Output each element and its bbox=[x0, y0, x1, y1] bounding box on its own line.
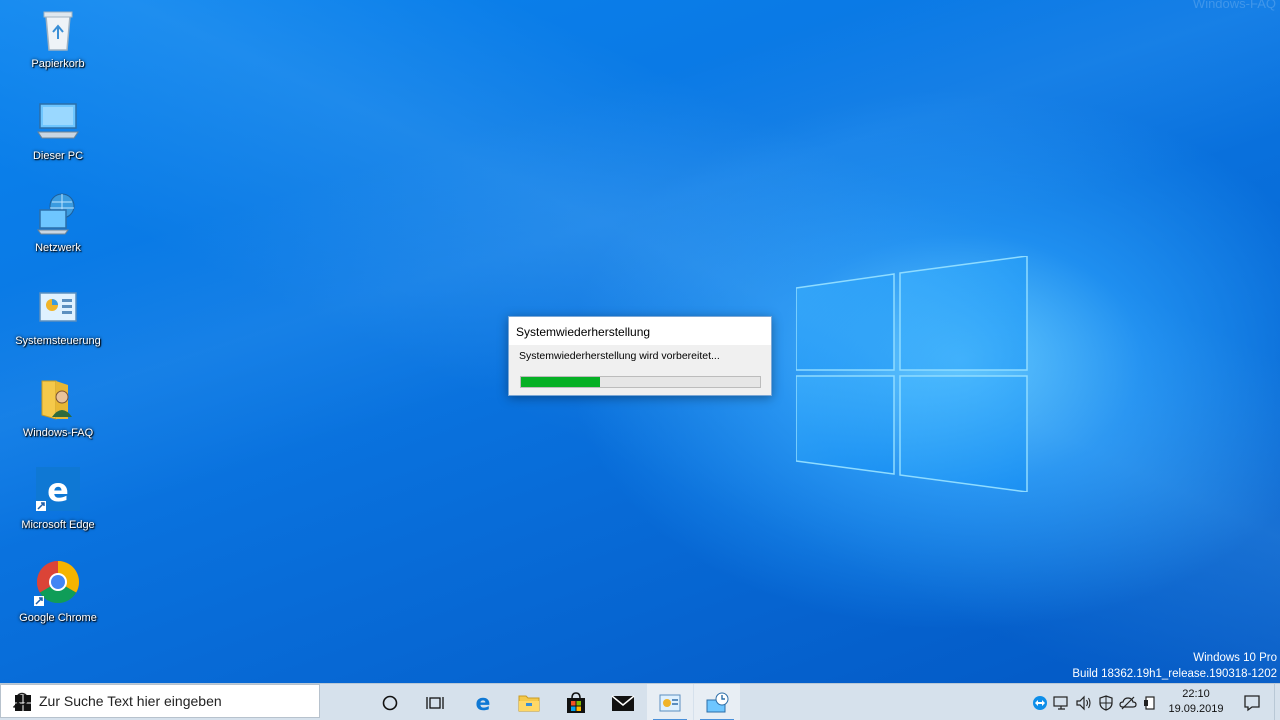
svg-text:e: e bbox=[476, 692, 491, 714]
desktop-icon-label: Netzwerk bbox=[35, 242, 81, 254]
notification-icon bbox=[1244, 694, 1260, 711]
user-folder-icon bbox=[41, 380, 72, 420]
show-desktop-button[interactable] bbox=[1274, 684, 1280, 720]
desktop-icon-windows-faq[interactable]: Windows-FAQ bbox=[10, 375, 106, 439]
dialog-message: Systemwiederherstellung wird vorbereitet… bbox=[519, 350, 720, 362]
edge-icon: e bbox=[476, 692, 491, 714]
desktop-icon-microsoft-edge[interactable]: e Microsoft Edge bbox=[10, 467, 106, 531]
system-restore-icon bbox=[706, 692, 729, 712]
taskbar-store[interactable] bbox=[553, 684, 599, 720]
network-icon bbox=[37, 193, 75, 235]
edge-icon: e bbox=[36, 467, 80, 511]
watermark-text: Windows-FAQ bbox=[1192, 0, 1276, 11]
desktop-icon-control-panel[interactable]: Systemsteuerung bbox=[10, 283, 106, 347]
control-panel-icon bbox=[39, 292, 77, 322]
file-explorer-icon bbox=[518, 695, 540, 711]
task-view-button[interactable] bbox=[412, 684, 458, 720]
tray-network[interactable] bbox=[1051, 684, 1073, 720]
chrome-icon bbox=[34, 561, 80, 606]
clock-date: 19.09.2019 bbox=[1168, 703, 1224, 715]
tray-security[interactable] bbox=[1095, 684, 1117, 720]
windows-start-icon bbox=[14, 694, 31, 711]
progress-bar-fill bbox=[521, 377, 600, 387]
progress-bar bbox=[520, 376, 761, 388]
cortana-icon bbox=[382, 695, 398, 710]
desktop-icon-this-pc[interactable]: Dieser PC bbox=[10, 98, 106, 162]
build-label: Build 18362.19h1_release.190318-1202 bbox=[1072, 668, 1277, 680]
control-panel-icon bbox=[659, 694, 681, 711]
desktop-icon-label: Dieser PC bbox=[32, 150, 84, 162]
desktop-icon-label: Google Chrome bbox=[19, 612, 97, 624]
taskbar-control-panel[interactable] bbox=[647, 684, 693, 720]
search-box[interactable]: Zur Suche Text hier eingeben bbox=[0, 684, 320, 718]
cortana-button[interactable] bbox=[367, 684, 413, 720]
recycle-bin-icon bbox=[43, 11, 73, 51]
dialog-body: Systemwiederherstellung wird vorbereitet… bbox=[509, 345, 771, 395]
clock-time: 22:10 bbox=[1182, 688, 1210, 700]
windows-logo-wallpaper bbox=[796, 256, 1028, 492]
desktop-icon-label: Windows-FAQ bbox=[22, 427, 94, 439]
tray-volume[interactable] bbox=[1073, 684, 1095, 720]
dialog-title: Systemwiederherstellung bbox=[509, 317, 771, 345]
desktop-icon-label: Microsoft Edge bbox=[21, 519, 95, 531]
taskbar-edge[interactable]: e bbox=[460, 684, 506, 720]
desktop-icon-recycle-bin[interactable]: Papierkorb bbox=[10, 6, 106, 70]
edition-label: Windows 10 Pro bbox=[1193, 652, 1277, 664]
svg-text:e: e bbox=[47, 471, 69, 509]
teamviewer-icon bbox=[1033, 695, 1047, 710]
desktop-icon-label: Papierkorb bbox=[31, 58, 85, 70]
start-button[interactable] bbox=[0, 684, 45, 720]
task-view-icon bbox=[426, 696, 444, 709]
system-restore-dialog[interactable]: Systemwiederherstellung Systemwiederhers… bbox=[508, 316, 772, 396]
device-icon bbox=[1144, 695, 1155, 710]
action-center-button[interactable] bbox=[1236, 684, 1268, 720]
security-icon bbox=[1099, 694, 1113, 711]
taskbar-mail[interactable] bbox=[600, 684, 646, 720]
desktop-icon-network[interactable]: Netzwerk bbox=[10, 190, 106, 254]
system-clock[interactable]: 22:10 19.09.2019 bbox=[1158, 684, 1234, 720]
volume-icon bbox=[1076, 695, 1091, 710]
store-icon bbox=[567, 691, 585, 713]
tray-onedrive[interactable] bbox=[1117, 684, 1139, 720]
desktop-icon-google-chrome[interactable]: Google Chrome bbox=[10, 560, 106, 624]
taskbar: Zur Suche Text hier eingeben e 22:10 19.… bbox=[0, 683, 1280, 720]
desktop[interactable]: Windows-FAQ Papierkorb Dieser PC Netzwer… bbox=[0, 0, 1280, 683]
build-info: Windows 10 Pro Build 18362.19h1_release.… bbox=[1072, 650, 1277, 682]
taskbar-file-explorer[interactable] bbox=[506, 684, 552, 720]
tray-teamviewer[interactable] bbox=[1029, 684, 1051, 720]
onedrive-icon bbox=[1119, 696, 1137, 709]
search-placeholder: Zur Suche Text hier eingeben bbox=[39, 693, 222, 709]
computer-icon bbox=[37, 103, 79, 139]
mail-icon bbox=[611, 694, 635, 711]
desktop-icon-label: Systemsteuerung bbox=[15, 335, 101, 347]
network-icon bbox=[1053, 695, 1068, 710]
taskbar-system-restore[interactable] bbox=[694, 684, 740, 720]
